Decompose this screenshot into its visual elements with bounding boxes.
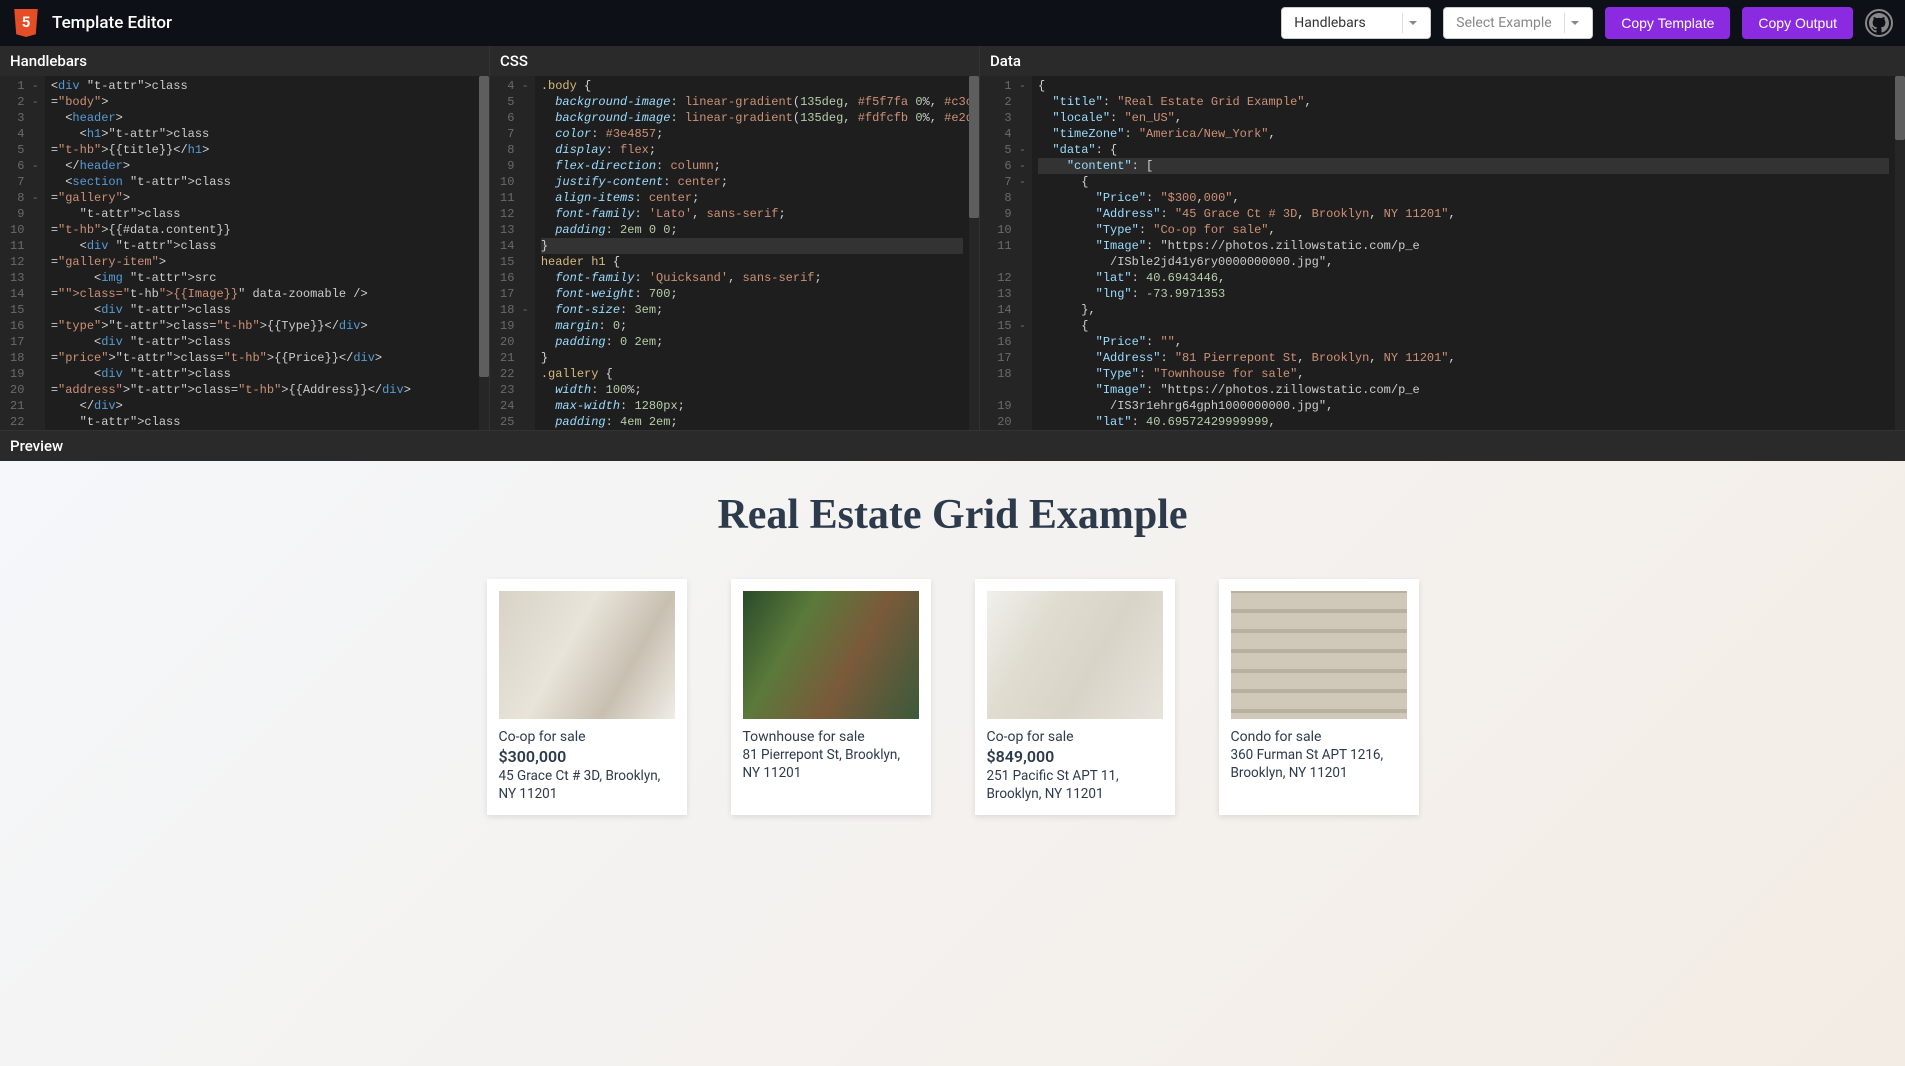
editor-panels: Handlebars 1 - 2 - 3 4 5 6 - 7 8 - 9 10 … bbox=[0, 46, 1905, 430]
css-panel: CSS 4 - 5 6 7 8 9 10 11 12 13 14 15 16 1… bbox=[490, 46, 980, 430]
line-gutter: 4 - 5 6 7 8 9 10 11 12 13 14 15 16 17 18… bbox=[490, 76, 535, 430]
listing-type: Co-op for sale bbox=[987, 729, 1163, 745]
gallery-item: Co-op for sale $300,000 45 Grace Ct # 3D… bbox=[487, 579, 687, 815]
css-panel-header: CSS bbox=[490, 46, 979, 76]
listing-address: 251 Pacific St APT 11, Brooklyn, NY 1120… bbox=[987, 768, 1163, 803]
preview-title: Real Estate Grid Example bbox=[717, 491, 1187, 539]
example-select[interactable]: Select Example bbox=[1443, 7, 1593, 39]
handlebars-panel-header: Handlebars bbox=[0, 46, 489, 76]
listing-type: Townhouse for sale bbox=[743, 729, 919, 745]
css-editor[interactable]: 4 - 5 6 7 8 9 10 11 12 13 14 15 16 17 18… bbox=[490, 76, 979, 430]
gallery-item: Townhouse for sale 81 Pierrepont St, Bro… bbox=[731, 579, 931, 815]
data-code[interactable]: { "title": "Real Estate Grid Example", "… bbox=[1032, 76, 1895, 430]
line-gutter: 1 - 2 - 3 4 5 6 - 7 8 - 9 10 11 12 13 14… bbox=[0, 76, 45, 430]
css-code[interactable]: .body { background-image: linear-gradien… bbox=[535, 76, 969, 430]
preview-header: Preview bbox=[0, 430, 1905, 461]
handlebars-code[interactable]: <div "t-attr">class="body"> <header> <h1… bbox=[45, 76, 479, 430]
listing-image[interactable] bbox=[1231, 591, 1407, 719]
listing-type: Co-op for sale bbox=[499, 729, 675, 745]
html5-logo-icon bbox=[12, 9, 40, 37]
handlebars-editor[interactable]: 1 - 2 - 3 4 5 6 - 7 8 - 9 10 11 12 13 14… bbox=[0, 76, 489, 430]
top-bar: Template Editor Handlebars Select Exampl… bbox=[0, 0, 1905, 46]
preview-pane: Real Estate Grid Example Co-op for sale … bbox=[0, 461, 1905, 1066]
data-editor[interactable]: 1 - 2 3 4 5 - 6 - 7 - 8 9 10 11 12 13 14… bbox=[980, 76, 1905, 430]
chevron-down-icon bbox=[1402, 13, 1422, 33]
copy-output-button[interactable]: Copy Output bbox=[1742, 7, 1853, 39]
listing-image[interactable] bbox=[743, 591, 919, 719]
engine-select[interactable]: Handlebars bbox=[1281, 7, 1431, 39]
example-select-placeholder: Select Example bbox=[1456, 15, 1558, 31]
data-panel-header: Data bbox=[980, 46, 1905, 76]
gallery-item: Condo for sale 360 Furman St APT 1216, B… bbox=[1219, 579, 1419, 815]
scrollbar[interactable] bbox=[1895, 76, 1905, 430]
github-icon[interactable] bbox=[1865, 9, 1893, 37]
data-panel: Data 1 - 2 3 4 5 - 6 - 7 - 8 9 10 11 12 … bbox=[980, 46, 1905, 430]
copy-template-button[interactable]: Copy Template bbox=[1605, 7, 1730, 39]
line-gutter: 1 - 2 3 4 5 - 6 - 7 - 8 9 10 11 12 13 14… bbox=[980, 76, 1032, 430]
engine-select-value: Handlebars bbox=[1294, 15, 1396, 31]
app-title: Template Editor bbox=[52, 13, 172, 33]
chevron-down-icon bbox=[1564, 13, 1584, 33]
listing-image[interactable] bbox=[987, 591, 1163, 719]
listing-address: 45 Grace Ct # 3D, Brooklyn, NY 11201 bbox=[499, 768, 675, 803]
handlebars-panel: Handlebars 1 - 2 - 3 4 5 6 - 7 8 - 9 10 … bbox=[0, 46, 490, 430]
listing-price: $849,000 bbox=[987, 747, 1163, 766]
listing-address: 360 Furman St APT 1216, Brooklyn, NY 112… bbox=[1231, 747, 1407, 782]
scrollbar[interactable] bbox=[969, 76, 979, 430]
listing-image[interactable] bbox=[499, 591, 675, 719]
listing-price: $300,000 bbox=[499, 747, 675, 766]
listing-type: Condo for sale bbox=[1231, 729, 1407, 745]
scrollbar[interactable] bbox=[479, 76, 489, 430]
listing-address: 81 Pierrepont St, Brooklyn, NY 11201 bbox=[743, 747, 919, 782]
gallery-item: Co-op for sale $849,000 251 Pacific St A… bbox=[975, 579, 1175, 815]
gallery-grid: Co-op for sale $300,000 45 Grace Ct # 3D… bbox=[487, 579, 1419, 815]
